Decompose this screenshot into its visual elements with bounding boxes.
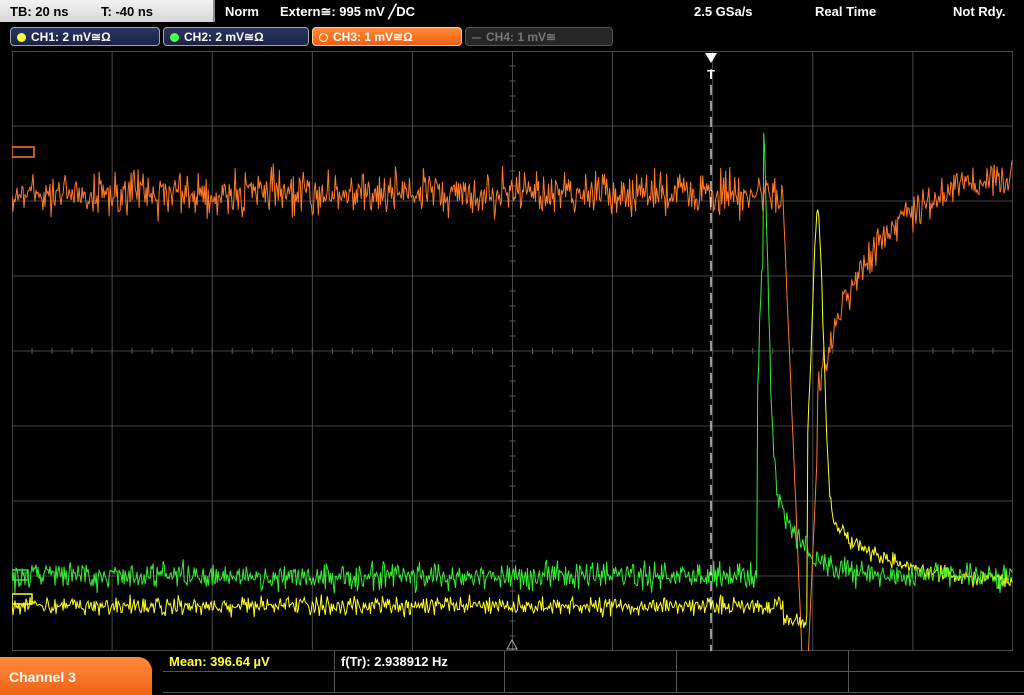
channel-3-indicator-icon	[319, 33, 328, 42]
measurement-empty-cell[interactable]	[849, 651, 1024, 672]
measurement-empty-cell[interactable]	[163, 672, 335, 693]
channel-2-label: CH2: 2 mV≅Ω	[184, 30, 264, 44]
measurement-frequency: f(Tr): 2.938912 Hz	[341, 654, 448, 669]
channel-1-indicator-icon	[17, 33, 26, 42]
measurement-empty-cell[interactable]	[335, 672, 505, 693]
channel-4-label: CH4: 1 mV≅	[486, 30, 557, 44]
timebase-value: TB: 20 ns	[10, 4, 69, 19]
channel-2-tab[interactable]: CH2: 2 mV≅Ω	[163, 27, 309, 46]
channel-3-label: CH3: 1 mV≅Ω	[333, 30, 413, 44]
acquisition-status: Not Rdy.	[953, 4, 1006, 19]
trigger-mode[interactable]: Norm	[225, 4, 259, 19]
measurement-empty-cell[interactable]	[677, 672, 849, 693]
status-bar: TB: 20 ns T: -40 ns Norm Extern≅: 995 mV…	[0, 0, 1024, 24]
channel-4-indicator-icon	[472, 37, 481, 39]
sample-rate: 2.5 GSa/s	[694, 4, 753, 19]
channel-3-menu-label: Channel 3	[9, 669, 76, 685]
acquisition-mode: Real Time	[815, 4, 877, 19]
measurement-mean-cell[interactable]: Mean: 396.64 µV	[163, 651, 335, 672]
trigger-source[interactable]: Extern≅: 995 mV ╱DC	[280, 4, 415, 20]
measurement-panel: Mean: 396.64 µV f(Tr): 2.938912 Hz	[163, 651, 1024, 695]
waveform-display[interactable]: T	[12, 51, 1013, 651]
channel-1-tab[interactable]: CH1: 2 mV≅Ω	[10, 27, 160, 46]
trigger-time-value: T: -40 ns	[101, 4, 154, 19]
measurement-empty-cell[interactable]	[505, 651, 677, 672]
channel-2-indicator-icon	[170, 33, 179, 42]
trigger-marker-label: T	[707, 67, 715, 82]
channel-3-tab[interactable]: CH3: 1 mV≅Ω	[312, 27, 462, 46]
measurement-empty-cell[interactable]	[677, 651, 849, 672]
measurement-empty-cell[interactable]	[849, 672, 1024, 693]
measurement-empty-cell[interactable]	[505, 672, 677, 693]
measurement-freq-cell[interactable]: f(Tr): 2.938912 Hz	[335, 651, 505, 672]
channel-1-label: CH1: 2 mV≅Ω	[31, 30, 111, 44]
measurement-mean: Mean: 396.64 µV	[169, 654, 270, 669]
timebase-box[interactable]: TB: 20 ns T: -40 ns	[0, 0, 215, 22]
channel-3-menu-tab[interactable]: Channel 3	[0, 657, 152, 695]
channel-4-tab[interactable]: CH4: 1 mV≅	[465, 27, 613, 46]
